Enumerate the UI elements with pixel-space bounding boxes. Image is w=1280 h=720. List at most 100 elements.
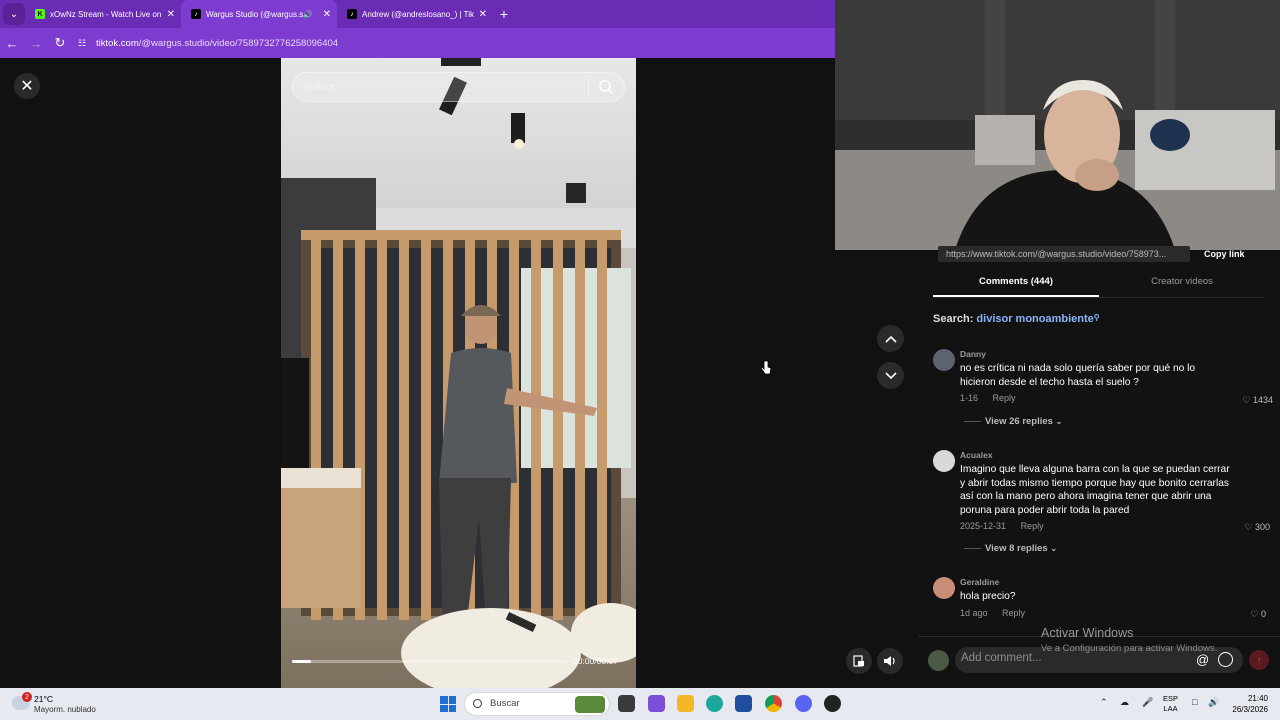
chrome-icon[interactable] <box>765 695 782 712</box>
discord-icon[interactable] <box>795 695 812 712</box>
volume-button[interactable] <box>877 648 903 674</box>
taskbar-search-label: Buscar <box>490 698 520 709</box>
heart-icon: ♡ <box>1250 609 1259 619</box>
view-replies-button[interactable]: View 8 replies ⌄ <box>964 543 1057 554</box>
tiktok-icon: ♪ <box>347 9 357 19</box>
emoji-icon[interactable] <box>1218 652 1233 667</box>
speaker-icon <box>884 656 895 666</box>
edge-icon[interactable] <box>706 695 723 712</box>
copy-link-button[interactable]: Copy link <box>1204 249 1245 259</box>
display-icon[interactable]: □ <box>1192 697 1197 707</box>
search-icon[interactable] <box>598 79 614 95</box>
close-tab-icon[interactable]: ✕ <box>323 9 331 20</box>
tab-search-button[interactable]: ⌄ <box>3 3 25 25</box>
volume-icon[interactable]: 🔊 <box>1208 697 1219 708</box>
task-view-icon[interactable] <box>618 695 635 712</box>
mention-icon[interactable]: @ <box>1196 652 1209 667</box>
windows-start-icon[interactable] <box>440 696 456 712</box>
comment-date: 1-16 <box>960 393 979 403</box>
video-time: 00:00/00:07 <box>573 656 618 666</box>
view-replies-label: View 8 replies <box>985 543 1048 554</box>
reload-icon[interactable]: ↻ <box>48 35 72 51</box>
clock-date: 26/3/2026 <box>1232 705 1268 714</box>
related-search[interactable]: Search: divisor monoambiente⚲ <box>933 313 1100 325</box>
tab-kick[interactable]: K xOwNz Stream - Watch Live on ✕ <box>25 0 181 28</box>
close-video-button[interactable]: ✕ <box>14 73 40 99</box>
tab-wargus[interactable]: ♪ Wargus Studio (@wargus.st 🔊 ✕ <box>181 0 337 28</box>
search-icon <box>473 699 482 708</box>
send-button[interactable]: ↑ <box>1249 650 1269 670</box>
hand-cursor-icon <box>760 360 772 375</box>
previous-video-button[interactable] <box>877 325 904 352</box>
taskbar-search[interactable]: Buscar <box>464 692 610 716</box>
activate-windows-subtitle: Ve a Configuración para activar Windows. <box>1041 643 1218 654</box>
video-player[interactable] <box>281 58 636 688</box>
microphone-icon[interactable]: 🎤 <box>1142 697 1153 708</box>
video-progress-bar[interactable] <box>292 660 566 663</box>
comment-meta: 2025-12-31 Reply <box>960 521 1044 531</box>
close-tab-icon[interactable]: ✕ <box>479 9 487 20</box>
reply-button[interactable]: Reply <box>993 393 1016 403</box>
tab-andrew[interactable]: ♪ Andrew (@andreslosano_) | Tik ✕ <box>337 0 493 28</box>
like-count: 1434 <box>1252 395 1273 405</box>
like-button[interactable]: ♡ 300 <box>1244 522 1270 533</box>
reply-button[interactable]: Reply <box>1021 521 1044 531</box>
app-icon[interactable] <box>824 695 841 712</box>
comment-author[interactable]: Geraldine <box>960 577 999 587</box>
forward-icon[interactable]: → <box>24 36 48 51</box>
like-count: 300 <box>1254 522 1270 532</box>
next-video-button[interactable] <box>877 362 904 389</box>
search-term-link[interactable]: divisor monoambiente <box>976 313 1093 325</box>
like-button[interactable]: ♡ 1434 <box>1242 395 1273 406</box>
chevron-up-icon[interactable]: ⌃ <box>1100 697 1108 708</box>
video-search-input[interactable]: divisor <box>304 81 588 93</box>
miniplayer-icon <box>853 655 864 667</box>
tab-creator-videos[interactable]: Creator videos <box>1099 276 1265 297</box>
clock-time: 21:40 <box>1247 694 1268 703</box>
back-icon[interactable]: ← <box>0 36 24 51</box>
site-info-icon[interactable]: ☷ <box>78 38 92 49</box>
speaker-icon[interactable]: 🔊 <box>303 10 313 19</box>
comment-item: Geraldine hola precio? 1d ago Reply ♡ 0 <box>933 577 1273 627</box>
store-icon[interactable] <box>735 695 752 712</box>
close-tab-icon[interactable]: ✕ <box>167 9 175 20</box>
weather-widget[interactable]: 2 21°C Mayorm. nublado <box>12 692 107 715</box>
comment-date: 1d ago <box>960 608 988 618</box>
notification-badge: 2 <box>22 692 32 702</box>
search-divider <box>588 78 589 96</box>
arrow-up-icon: ↑ <box>1256 654 1262 666</box>
file-explorer-icon[interactable] <box>677 695 694 712</box>
webcam-image <box>835 0 1280 250</box>
avatar <box>928 650 949 671</box>
close-icon: ✕ <box>20 78 34 95</box>
network-icon[interactable]: ☁ <box>1120 697 1129 708</box>
comment-author[interactable]: Danny <box>960 349 986 359</box>
share-url[interactable]: https://www.tiktok.com/@wargus.studio/vi… <box>938 246 1190 262</box>
app-icon[interactable] <box>648 695 665 712</box>
tab-title: xOwNz Stream - Watch Live on <box>50 9 162 19</box>
like-button[interactable]: ♡ 0 <box>1250 609 1266 620</box>
miniplayer-button[interactable] <box>846 648 872 674</box>
language-indicator[interactable]: ESP LAA <box>1163 694 1178 714</box>
kick-icon: K <box>35 9 45 19</box>
chevron-down-icon <box>884 371 897 379</box>
heart-icon: ♡ <box>1244 522 1253 532</box>
like-count: 0 <box>1260 609 1266 619</box>
share-link-row: https://www.tiktok.com/@wargus.studio/vi… <box>938 245 1260 263</box>
comment-date: 2025-12-31 <box>960 521 1007 531</box>
avatar[interactable] <box>933 577 955 599</box>
language-code: ESP <box>1163 694 1179 703</box>
video-search-box[interactable]: divisor <box>292 72 625 102</box>
reply-button[interactable]: Reply <box>1002 608 1025 618</box>
comment-text: no es crítica ni nada solo quería saber … <box>960 363 1196 388</box>
video-frame-image <box>281 58 636 688</box>
comment-author[interactable]: Acualex <box>960 450 993 460</box>
heart-icon: ♡ <box>1242 395 1251 405</box>
url-field[interactable]: tiktok.com/@wargus.studio/video/75897327… <box>96 38 338 49</box>
avatar[interactable] <box>933 450 955 472</box>
view-replies-button[interactable]: View 26 replies ⌄ <box>964 416 1062 427</box>
system-clock[interactable]: 21:40 26/3/2026 <box>1223 693 1268 715</box>
new-tab-button[interactable]: + <box>493 6 515 22</box>
tab-comments[interactable]: Comments (444) <box>933 276 1099 297</box>
avatar[interactable] <box>933 349 955 371</box>
